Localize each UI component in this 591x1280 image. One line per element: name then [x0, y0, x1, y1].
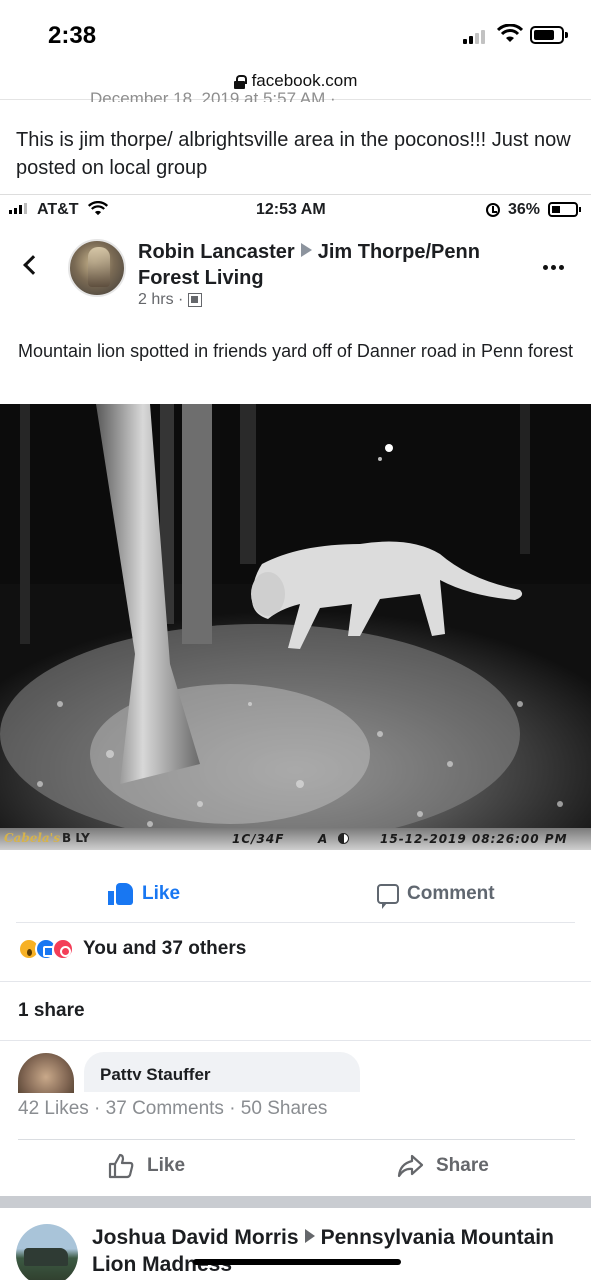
- inner-action-bar: Like Comment: [16, 867, 575, 923]
- arrow-right-icon: [300, 243, 312, 257]
- status-bar: 2:38: [0, 0, 591, 62]
- inner-post-meta: 2 hrs ·: [138, 291, 203, 309]
- moon-phase-icon: [338, 833, 349, 844]
- inner-wifi-icon: [88, 201, 108, 216]
- inner-carrier: AT&T: [37, 201, 79, 218]
- inner-comment-button[interactable]: Comment: [377, 883, 495, 909]
- more-options-icon: [543, 265, 564, 270]
- alarm-icon: [486, 203, 500, 217]
- next-post-author-line[interactable]: Joshua David Morris Pennsylvania Mountain…: [92, 1224, 562, 1278]
- post-date[interactable]: December 18, 2019 at 5:57 AM ·: [90, 86, 336, 102]
- inner-reactions-text: You and 37 others: [83, 938, 247, 959]
- camera-temperature: 1C/34F: [232, 832, 285, 846]
- trail-camera-info-strip: Cabela's B LY 1C/34F A 15-12-2019 08:26:…: [0, 828, 591, 850]
- inner-battery-percent: 36%: [508, 201, 541, 218]
- status-time: 2:38: [48, 22, 97, 49]
- inner-like-label: Like: [142, 883, 181, 904]
- commenter-avatar: [18, 1053, 74, 1093]
- comment-bubble-icon: [377, 884, 399, 909]
- camera-timestamp: 15-12-2019 08:26:00 PM: [380, 832, 568, 846]
- back-chevron-icon: [23, 255, 43, 275]
- inner-post-time: 2 hrs ·: [138, 291, 184, 308]
- divider: [18, 1139, 575, 1140]
- camera-model: B LY: [62, 831, 90, 845]
- thumbs-up-icon: [108, 1153, 134, 1179]
- arrow-right-icon: [304, 1229, 315, 1243]
- post-stats[interactable]: 42 Likes · 37 Comments · 50 Shares: [18, 1098, 327, 1120]
- embedded-screenshot: AT&T 12:53 AM 36% Robin Lancaster Jim Tho…: [0, 194, 591, 1093]
- like-label: Like: [147, 1155, 186, 1176]
- like-button[interactable]: Like: [107, 1152, 185, 1180]
- cellular-signal-icon: [463, 28, 485, 44]
- battery-icon: [530, 26, 568, 44]
- home-indicator[interactable]: [193, 1259, 401, 1265]
- divider: [0, 1040, 591, 1041]
- group-audience-icon: [188, 293, 203, 307]
- trail-camera-photo[interactable]: Cabela's B LY 1C/34F A 15-12-2019 08:26:…: [0, 404, 591, 850]
- commenter-name: Patty Stauffer: [100, 1065, 211, 1080]
- inner-battery-icon: [548, 202, 581, 217]
- feed-separator: [0, 1196, 591, 1208]
- inner-post-text: Mountain lion spotted in friends yard of…: [18, 341, 574, 361]
- share-label: Share: [436, 1155, 489, 1176]
- post-text: This is jim thorpe/ albrightsville area …: [16, 129, 571, 179]
- share-button[interactable]: Share: [396, 1152, 489, 1180]
- inner-reactions-summary[interactable]: You and 37 others: [18, 938, 246, 960]
- inner-signal-icon: [9, 203, 27, 214]
- inner-author-line: Robin Lancaster Jim Thorpe/Penn Forest Li…: [138, 239, 518, 291]
- inner-like-button[interactable]: Like: [108, 883, 180, 905]
- wifi-icon: [497, 24, 523, 42]
- inner-author-name: Robin Lancaster: [138, 241, 295, 263]
- inner-time: 12:53 AM: [256, 201, 326, 218]
- next-post-author: Joshua David Morris: [92, 1226, 299, 1249]
- inner-comment-label: Comment: [407, 883, 495, 904]
- share-arrow-icon: [397, 1154, 424, 1178]
- divider: [0, 981, 591, 982]
- camera-brand: Cabela's: [4, 831, 61, 845]
- next-post-avatar[interactable]: [16, 1224, 78, 1280]
- author-avatar: [68, 239, 126, 297]
- thumbs-up-icon: [108, 883, 134, 905]
- love-reaction-icon: [52, 938, 74, 960]
- inner-status-bar: AT&T 12:53 AM 36%: [0, 195, 591, 225]
- inner-shares-count: 1 share: [18, 1000, 85, 1021]
- camera-moon-label: A: [318, 832, 328, 846]
